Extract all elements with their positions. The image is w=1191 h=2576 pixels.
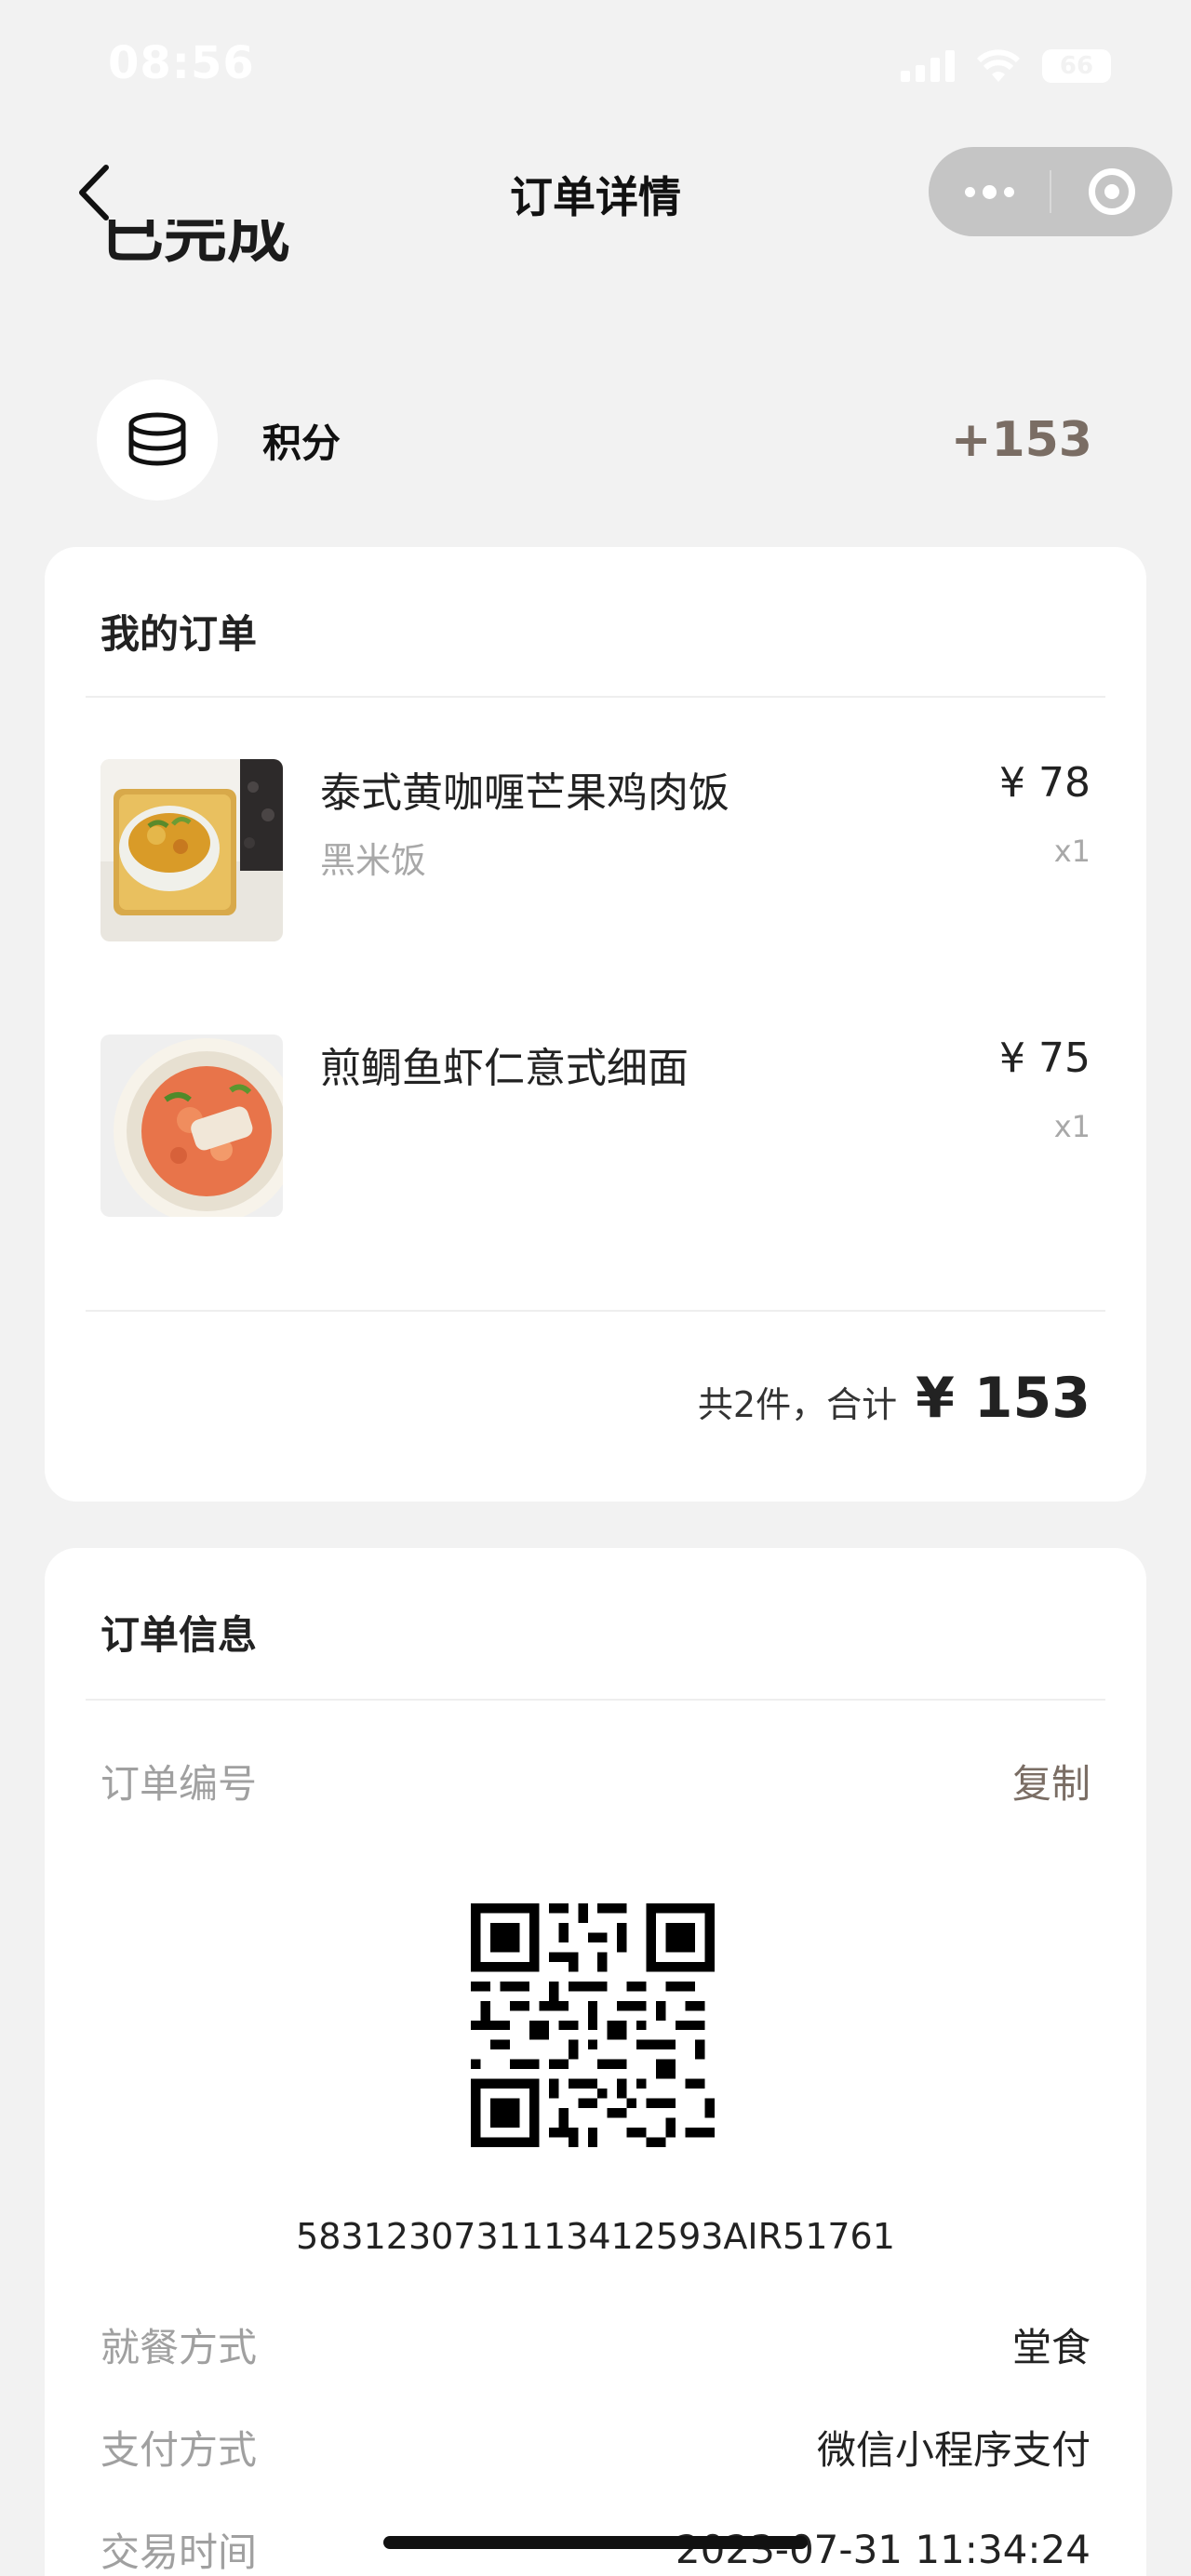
status-time: 08:56 (108, 37, 255, 89)
capsule-close-icon (1089, 168, 1135, 215)
close-button[interactable] (1051, 147, 1172, 236)
transaction-time-value: 2023-07-31 11:34:24 (675, 2526, 1091, 2572)
item-qty: x1 (1053, 1109, 1091, 1144)
order-summary: 共2件，合计 ¥ 153 (698, 1366, 1091, 1431)
divider (86, 1310, 1105, 1312)
copy-button[interactable]: 复制 (1012, 1753, 1091, 1809)
item-spec: 黑米饭 (320, 840, 427, 881)
points-value: +153 (950, 412, 1092, 468)
order-info-title: 订单信息 (100, 1612, 258, 1658)
dish-image (100, 759, 283, 941)
points-label: 积分 (262, 420, 341, 466)
more-button[interactable] (929, 147, 1050, 236)
item-price: ¥ 75 (999, 1034, 1091, 1082)
summary-total: ¥ 153 (916, 1366, 1091, 1431)
order-number: 5831230731113412593AIR51761 (296, 2216, 895, 2257)
dish-image (100, 1034, 283, 1217)
order-number-label: 订单编号 (100, 1760, 258, 1807)
wifi-icon (976, 49, 1021, 82)
item-name: 煎鲷鱼虾仁意式细面 (320, 1045, 689, 1092)
signal-icon (901, 50, 955, 82)
battery-icon: 66 (1042, 49, 1111, 83)
my-order-title: 我的订单 (100, 611, 258, 657)
divider (86, 1699, 1105, 1701)
payment-method-value: 微信小程序支付 (816, 2426, 1091, 2473)
my-order-card: 我的订单 泰式黄咖喱芒果鸡肉饭 黑米饭 ¥ 78 x1 煎鲷鱼虾仁意式细面 ¥ … (45, 547, 1146, 1502)
order-status-heading: 已完成 (100, 220, 291, 272)
payment-method-row: 支付方式 微信小程序支付 (100, 2419, 1091, 2475)
item-price: ¥ 78 (999, 759, 1091, 807)
summary-label: 共2件，合计 (697, 1384, 898, 1425)
status-icons: 66 (901, 48, 1111, 84)
payment-method-label: 支付方式 (100, 2426, 258, 2473)
dining-method-row: 就餐方式 堂食 (100, 2316, 1091, 2372)
transaction-time-label: 交易时间 (100, 2529, 258, 2575)
status-bar: 08:56 66 (0, 0, 1191, 140)
item-qty: x1 (1053, 834, 1091, 869)
order-number-row: 订单编号 复制 (100, 1753, 1091, 1809)
coin-stack-icon (97, 380, 218, 501)
order-qr-code (471, 1903, 715, 2147)
mini-program-capsule (929, 147, 1172, 236)
dining-method-value: 堂食 (1011, 2324, 1091, 2370)
dining-method-label: 就餐方式 (100, 2324, 258, 2370)
order-info-card: 订单信息 订单编号 复制 5831230731113412593AIR51761… (45, 1548, 1146, 2576)
order-item[interactable]: 泰式黄咖喱芒果鸡肉饭 黑米饭 ¥ 78 x1 (100, 759, 1091, 941)
more-dots-icon (964, 186, 975, 197)
order-item[interactable]: 煎鲷鱼虾仁意式细面 ¥ 75 x1 (100, 1034, 1091, 1217)
divider (86, 696, 1105, 698)
item-name: 泰式黄咖喱芒果鸡肉饭 (320, 769, 729, 817)
points-row: 积分 +153 (97, 380, 1092, 501)
home-indicator (383, 2536, 808, 2549)
